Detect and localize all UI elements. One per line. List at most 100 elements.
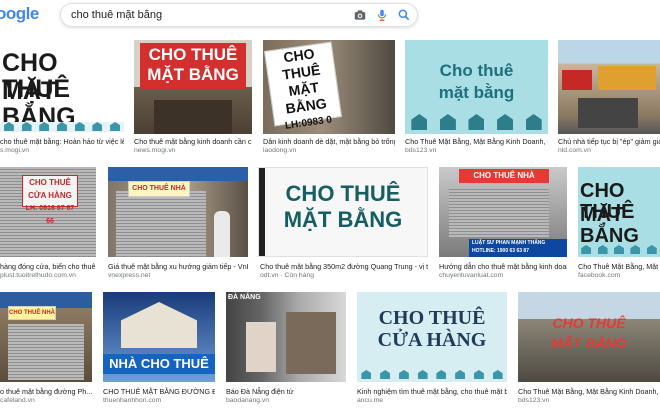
sign-board: CHO THUÊ MẶT BẰNG LH:0983 0 bbox=[264, 41, 342, 132]
sign-line: LUẬT SƯ PHAN MẠNH THẮNG bbox=[472, 240, 546, 246]
image-result[interactable]: CHO THUÊ CỬA HÀNG Kinh nghiệm tìm thuê m… bbox=[357, 292, 507, 408]
result-caption: Giá thuê mặt bằng xu hướng giảm tiếp - V… bbox=[108, 262, 248, 271]
logo-text: oogle bbox=[0, 4, 39, 23]
result-source: news.mogi.vn bbox=[134, 147, 176, 154]
result-thumbnail[interactable]: CHO THUÊ MẶT BẰNG bbox=[0, 40, 124, 134]
watermark-text: ĐÀ NẴNG bbox=[228, 294, 261, 301]
sign-line: CỬA HÀNG bbox=[377, 329, 487, 351]
result-thumbnail[interactable]: CHO THUÊ MẶT BẰNG bbox=[578, 167, 660, 257]
image-result[interactable]: CHO THUÊ CỬA HÀNG LH: 0916 97 67 66 hàng… bbox=[0, 167, 96, 283]
result-thumbnail[interactable]: CHO THUÊ CỬA HÀNG bbox=[357, 292, 507, 382]
sign-line: mặt bằng bbox=[438, 83, 515, 102]
result-thumbnail[interactable]: CHO THUÊ MẶT BẰNG bbox=[258, 167, 428, 257]
result-source: bds123.vn bbox=[405, 147, 437, 154]
result-source: thuenhanhhon.com bbox=[103, 397, 162, 404]
result-source: s.mogi.vn bbox=[0, 147, 30, 154]
image-result[interactable]: ĐÀ NẴNG Báo Đà Nẵng điện tử baodanang.vn bbox=[226, 292, 346, 408]
result-caption: Cho Thuê Mặt Bằng, Mặt Bằng Kinh Doanh, … bbox=[518, 387, 660, 396]
sign-line: CHO THUÊ NHÀ bbox=[473, 171, 535, 180]
house-icons bbox=[578, 245, 660, 255]
top-bar: oogle bbox=[0, 0, 660, 30]
result-caption: o thuê mặt bằng đường Ph... bbox=[0, 387, 92, 396]
result-source: bds123.vn bbox=[518, 397, 550, 404]
sign-line: LH: 0916 97 67 66 bbox=[25, 205, 75, 225]
result-thumbnail[interactable]: Cho thuê mặt bằng bbox=[405, 40, 548, 134]
sign-board: CHO THUÊ CỬA HÀNG LH: 0916 97 67 66 bbox=[22, 175, 78, 225]
result-source: baodanang.vn bbox=[226, 397, 270, 404]
shop-sign bbox=[562, 70, 592, 90]
sign-line: CHO THUÊ bbox=[285, 181, 401, 206]
sign-line: Cho thuê bbox=[439, 61, 514, 80]
shop-sign bbox=[598, 66, 656, 90]
storefront bbox=[154, 100, 232, 134]
pedestrian bbox=[214, 211, 230, 257]
result-thumbnail[interactable]: CHO THUÊ CỬA HÀNG LH: 0916 97 67 66 bbox=[0, 167, 96, 257]
result-caption: Chủ nhà tiếp tục bị "ép" giảm giá th bbox=[558, 137, 660, 146]
image-result[interactable]: CHO THUÊ MẶT BẰNG cho thuê mặt bằng: Hoà… bbox=[0, 40, 124, 160]
result-source: vnexpress.net bbox=[108, 272, 151, 279]
image-result[interactable]: Chủ nhà tiếp tục bị "ép" giảm giá th nld… bbox=[558, 40, 660, 160]
image-result[interactable]: Cho thuê mặt bằng Cho Thuê Mặt Bằng, Mặt… bbox=[405, 40, 548, 160]
shutter bbox=[116, 191, 206, 257]
result-source: cafeland.vn bbox=[0, 397, 35, 404]
result-source: chuyentuvanluat.com bbox=[439, 272, 504, 279]
result-thumbnail[interactable]: NHÀ CHO THUÊ bbox=[103, 292, 215, 382]
image-result[interactable]: CHO THUÊ MẶT BẰNG LH:0983 0 Dân kinh doa… bbox=[263, 40, 395, 160]
image-result[interactable]: NHÀ CHO THUÊ CHO THUÊ MẶT BẰNG ĐƯỜNG ĐỒN… bbox=[103, 292, 215, 408]
result-caption: Hướng dẫn cho thuê mặt bằng kinh doanh..… bbox=[439, 262, 567, 271]
mic-icon[interactable] bbox=[375, 8, 389, 22]
sign-line: CHO THUÊ NHÀ bbox=[132, 185, 186, 192]
house-icons bbox=[357, 370, 507, 380]
result-source: odt.vn · Còn hàng bbox=[260, 272, 315, 279]
sign-line: CHO THUÊ bbox=[378, 307, 486, 329]
result-caption: CHO THUÊ MẶT BẰNG ĐƯỜNG ĐỒN... bbox=[103, 387, 215, 396]
result-thumbnail[interactable] bbox=[558, 40, 660, 134]
sign-board: CHO THUÊ NHÀ bbox=[459, 169, 549, 183]
sign-line: CHO THUÊ CỬA HÀNG bbox=[28, 178, 72, 200]
result-caption: Cho Thuê Mặt Bằng, Mặt Bằng Kinh Doanh, … bbox=[405, 137, 548, 146]
sign-line: HOTLINE: 1900 63 63 87 bbox=[472, 248, 529, 254]
result-caption: Kinh nghiệm tìm thuê mặt bằng, cho thuê … bbox=[357, 387, 507, 396]
sign-line: MẶT BẰNG bbox=[147, 65, 239, 84]
image-result[interactable]: CHO THUÊ MẶT BẰNG Cho Thuê Mặt Bằng, Mặt… bbox=[578, 167, 660, 283]
result-caption: Dân kinh doanh dè dặt, mặt bằng bỏ trống… bbox=[263, 137, 395, 146]
sign-line: CHO THUÊ bbox=[148, 45, 238, 64]
building bbox=[246, 322, 276, 372]
result-thumbnail[interactable]: CHO THUÊ MẶT BẰNG LH:0983 0 bbox=[263, 40, 395, 134]
storefront bbox=[578, 98, 638, 128]
shop-banner bbox=[108, 167, 248, 181]
result-thumbnail[interactable]: CHO THUÊ NHÀ bbox=[108, 167, 248, 257]
result-source: ancu.me bbox=[357, 397, 384, 404]
sign-line: NHÀ CHO THUÊ bbox=[103, 354, 215, 374]
shutter bbox=[449, 187, 549, 237]
result-source: laodong.vn bbox=[263, 147, 297, 154]
result-thumbnail[interactable]: ĐÀ NẴNG bbox=[226, 292, 346, 382]
sign-board: CHO THUÊ NHÀ bbox=[128, 181, 190, 197]
sign-line: MẶT BẰNG bbox=[551, 335, 627, 351]
result-caption: hàng đóng cửa, biển cho thuê ... bbox=[0, 262, 96, 271]
lawyer-banner: LUẬT SƯ PHAN MẠNH THẮNG HOTLINE: 1900 63… bbox=[469, 239, 567, 257]
image-result[interactable]: CHO THUÊ NHÀ Giá thuê mặt bằng xu hướng … bbox=[108, 167, 248, 283]
image-result[interactable]: CHO THUÊ MẶT BẰNG Cho Thuê Mặt Bằng, Mặt… bbox=[518, 292, 660, 408]
image-result[interactable]: CHO THUÊ NHÀ o thuê mặt bằng đường Ph...… bbox=[0, 292, 92, 408]
search-input[interactable] bbox=[71, 7, 341, 23]
image-result[interactable]: CHO THUÊ MẶT BẰNG Cho thuê mặt bằng kinh… bbox=[134, 40, 252, 160]
result-caption: cho thuê mặt bằng: Hoàn hảo từ việc lên … bbox=[0, 137, 124, 146]
search-box[interactable] bbox=[60, 3, 418, 27]
shutter bbox=[8, 324, 84, 380]
sign-line: MẶT BẰNG bbox=[580, 204, 639, 247]
house-icons bbox=[0, 122, 124, 132]
image-result[interactable]: CHO THUÊ NHÀ LUẬT SƯ PHAN MẠNH THẮNG HOT… bbox=[439, 167, 567, 283]
result-thumbnail[interactable]: CHO THUÊ MẶT BẰNG bbox=[134, 40, 252, 134]
camera-icon[interactable] bbox=[353, 8, 367, 22]
result-source: facebook.com bbox=[578, 272, 621, 279]
result-thumbnail[interactable]: CHO THUÊ NHÀ LUẬT SƯ PHAN MẠNH THẮNG HOT… bbox=[439, 167, 567, 257]
sign-line: MẶT BẰNG bbox=[283, 207, 403, 232]
search-icon[interactable] bbox=[397, 8, 411, 22]
google-logo[interactable]: oogle bbox=[0, 4, 39, 24]
result-thumbnail[interactable]: CHO THUÊ MẶT BẰNG bbox=[518, 292, 660, 382]
sign-line: CHO THUÊ NHÀ bbox=[9, 310, 55, 316]
image-result[interactable]: CHO THUÊ MẶT BẰNG Cho thuê mặt bằng 350m… bbox=[258, 167, 428, 283]
result-caption: Cho thuê mặt bằng 350m2 đường Quang Trun… bbox=[260, 262, 428, 271]
result-thumbnail[interactable]: CHO THUÊ NHÀ bbox=[0, 292, 92, 382]
